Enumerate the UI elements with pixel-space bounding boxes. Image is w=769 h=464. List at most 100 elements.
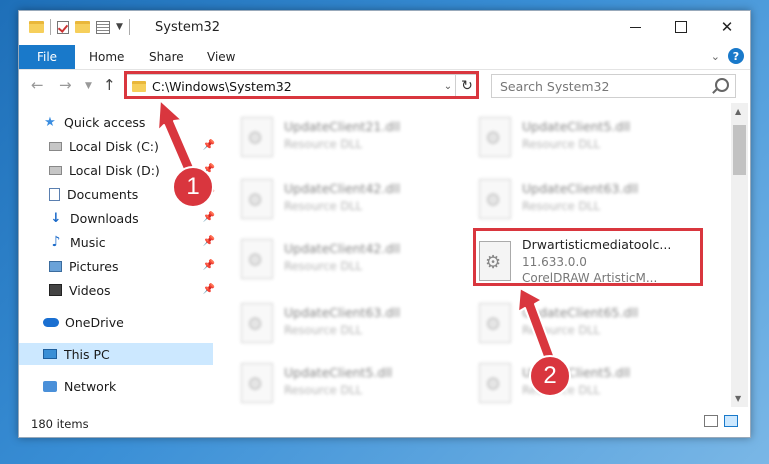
file-item[interactable]: UpdateClient5.dll Resource DLL [221,359,441,407]
expand-ribbon-icon[interactable]: ⌄ [711,50,720,63]
quick-access-toolbar: ▼ [29,19,130,35]
nav-onedrive[interactable]: OneDrive [19,311,243,333]
ribbon-tabs: File Home Share View ⌄ ? [19,45,750,70]
help-icon[interactable]: ? [728,48,744,64]
nav-local-disk-c[interactable]: Local Disk (C:) 📌 [19,135,249,157]
scroll-down-icon[interactable]: ▼ [735,394,741,403]
search-input[interactable]: Search System32 [500,79,609,94]
file-name: UpdateClient42.dll [284,241,401,256]
new-folder-icon[interactable] [75,21,90,33]
pictures-icon [49,260,62,272]
file-type: Resource DLL [284,323,363,337]
tab-view[interactable]: View [207,45,235,69]
title-bar: ▼ System32 ✕ [19,11,750,45]
recent-locations-icon[interactable]: ▼ [85,81,92,91]
details-view-icon[interactable] [704,415,718,427]
file-type: Resource DLL [522,199,601,213]
qat-dropdown-icon[interactable]: ▼ [116,22,123,32]
forward-arrow-icon[interactable]: → [59,76,72,94]
file-name: UpdateClient21.dll [284,119,401,134]
file-type: Resource DLL [284,199,363,213]
pin-icon[interactable]: 📌 [203,236,215,247]
window-controls: ✕ [612,11,750,43]
nav-label: Music [70,234,106,250]
music-icon: ♪ [51,234,61,250]
dll-file-icon [479,303,511,343]
window-title: System32 [155,20,221,35]
maximize-button[interactable] [658,11,704,43]
pin-icon[interactable]: 📌 [203,140,215,151]
file-item[interactable]: UpdateClient5.dll Resource DLL [459,113,679,161]
pin-icon[interactable]: 📌 [203,284,215,295]
dll-file-icon [479,117,511,157]
file-type: Resource DLL [284,259,363,273]
back-arrow-icon[interactable]: ← [31,76,44,94]
file-type: Resource DLL [522,137,601,151]
toolbar-divider [50,19,51,35]
nav-pictures[interactable]: Pictures 📌 [19,255,249,277]
file-type: Resource DLL [522,323,601,337]
tab-share[interactable]: Share [149,45,184,69]
maximize-icon [675,21,687,33]
nav-label: Documents [67,186,139,202]
file-item[interactable]: UpdateClient63.dll Resource DLL [459,175,679,223]
file-name: UpdateClient42.dll [284,181,401,196]
nav-quick-access[interactable]: ★ Quick access [19,111,243,133]
scroll-up-icon[interactable]: ▲ [735,107,741,116]
view-toggle [704,415,738,427]
status-bar: 180 items [19,409,750,437]
target-file-highlight [473,228,703,286]
step-badge-1: 1 [172,166,214,208]
item-count: 180 items [31,417,89,431]
dll-file-icon [241,239,273,279]
minimize-button[interactable] [612,11,658,43]
file-name: UpdateClient5.dll [522,119,631,134]
address-bar-highlight [124,71,479,99]
dll-file-icon [479,179,511,219]
pin-icon[interactable]: 📌 [203,212,215,223]
nav-label: Network [64,378,117,394]
search-icon[interactable] [715,78,729,92]
file-name: UpdateClient65.dll [522,305,639,320]
properties-check-icon[interactable] [57,20,69,34]
nav-videos[interactable]: Videos 📌 [19,279,249,301]
tab-file[interactable]: File [19,45,75,69]
dll-file-icon [241,363,273,403]
up-arrow-icon[interactable]: ↑ [103,76,116,94]
file-item[interactable]: UpdateClient63.dll Resource DLL [221,299,441,347]
close-button[interactable]: ✕ [704,11,750,43]
videos-icon [49,284,62,296]
nav-label: OneDrive [65,314,124,330]
file-type: Resource DLL [284,383,363,397]
search-box[interactable]: Search System32 [491,74,736,98]
nav-this-pc[interactable]: This PC [19,343,213,365]
file-item[interactable]: UpdateClient21.dll Resource DLL [221,113,441,161]
nav-downloads[interactable]: ↓ Downloads 📌 [19,207,249,229]
tab-home[interactable]: Home [89,45,124,69]
nav-music[interactable]: ♪ Music 📌 [19,231,249,253]
step-badge-2: 2 [529,355,571,397]
network-icon [43,380,57,392]
nav-network[interactable]: Network [19,375,243,397]
customize-icon[interactable] [96,20,110,34]
navigation-pane: ★ Quick access Local Disk (C:) 📌 Local D… [19,103,219,407]
file-name: UpdateClient5.dll [284,365,393,380]
nav-label: Quick access [64,114,146,130]
folder-icon [29,21,44,33]
file-item[interactable]: UpdateClient65.dll Resource DLL [459,299,679,347]
nav-label: Videos [69,282,111,298]
nav-label: Local Disk (D:) [69,162,160,178]
vertical-scrollbar[interactable]: ▲ ▼ [731,103,748,407]
documents-icon [49,187,60,201]
file-name: UpdateClient63.dll [522,181,639,196]
dll-file-icon [241,179,273,219]
nav-documents[interactable]: Documents 📌 [19,183,249,205]
file-item[interactable]: UpdateClient42.dll Resource DLL [221,175,441,223]
file-item[interactable]: UpdateClient42.dll Resource DLL [221,235,441,283]
nav-local-disk-d[interactable]: Local Disk (D:) 📌 [19,159,249,181]
tiles-view-icon[interactable] [724,415,738,427]
nav-label: Local Disk (C:) [69,138,159,154]
pin-icon[interactable]: 📌 [203,260,215,271]
download-icon: ↓ [50,210,62,226]
scroll-thumb[interactable] [733,125,746,175]
